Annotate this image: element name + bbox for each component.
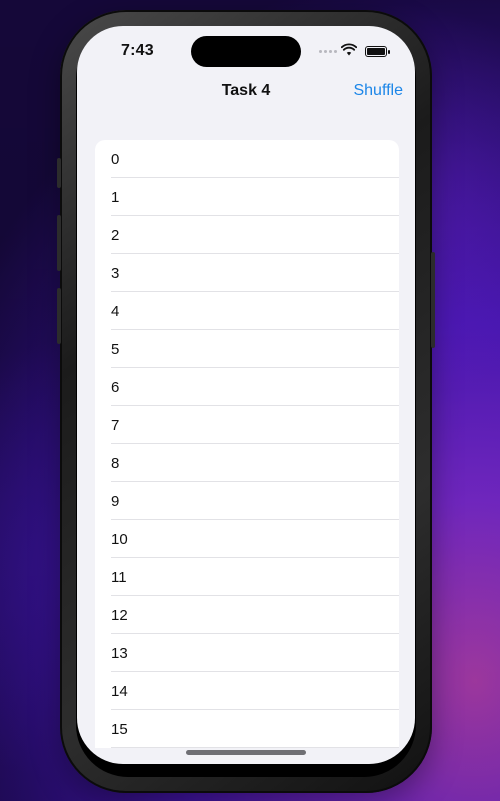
navigation-bar: Task 4 Shuffle [77,78,415,108]
list-item[interactable]: 12 [95,596,399,634]
list-item[interactable]: 0 [95,140,399,178]
app-screen: 7:43 Task 4 Shuffle 0 1 2 3 4 5 6 7 8 9 10 11 12 13 14… [77,26,415,764]
status-bar: 7:43 [77,26,415,78]
list-item[interactable]: 13 [95,634,399,672]
list-item[interactable]: 2 [95,216,399,254]
list-item[interactable]: 4 [95,292,399,330]
volume-up-button [57,215,61,271]
volume-down-button [57,288,61,344]
power-button [431,252,435,348]
list-item[interactable]: 3 [95,254,399,292]
list-item[interactable]: 1 [95,178,399,216]
wifi-icon [341,43,357,56]
shuffle-button[interactable]: Shuffle [353,82,403,100]
list-item[interactable]: 5 [95,330,399,368]
list-item[interactable]: 6 [95,368,399,406]
status-time: 7:43 [121,42,154,59]
battery-icon [365,46,390,57]
list-item[interactable]: 10 [95,520,399,558]
cellular-signal-icon [319,50,337,53]
home-indicator[interactable] [186,750,306,755]
action-button [57,158,61,188]
dynamic-island [191,36,301,67]
list-item[interactable]: 8 [95,444,399,482]
list-item[interactable]: 14 [95,672,399,710]
number-list: 0 1 2 3 4 5 6 7 8 9 10 11 12 13 14 15 [95,140,399,748]
list-item[interactable]: 9 [95,482,399,520]
list-item[interactable]: 15 [95,710,399,748]
list-item[interactable]: 7 [95,406,399,444]
list-item[interactable]: 11 [95,558,399,596]
